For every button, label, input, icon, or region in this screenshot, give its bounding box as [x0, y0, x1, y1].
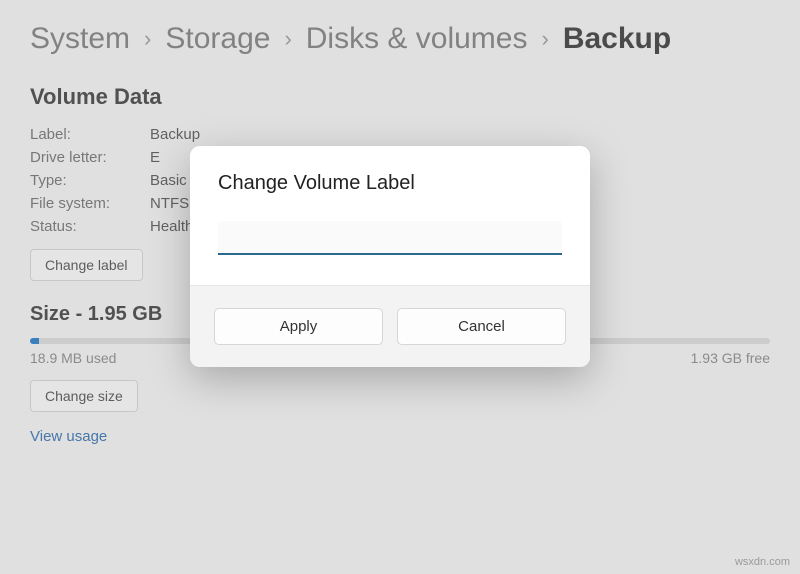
- cancel-button[interactable]: Cancel: [397, 308, 566, 345]
- dialog-footer: Apply Cancel: [190, 285, 590, 367]
- dialog-title: Change Volume Label: [218, 172, 562, 195]
- volume-label-input[interactable]: [218, 221, 562, 255]
- apply-button[interactable]: Apply: [214, 308, 383, 345]
- watermark: wsxdn.com: [735, 556, 790, 568]
- change-volume-label-dialog: Change Volume Label Apply Cancel: [190, 146, 590, 367]
- dialog-body: Change Volume Label: [190, 146, 590, 285]
